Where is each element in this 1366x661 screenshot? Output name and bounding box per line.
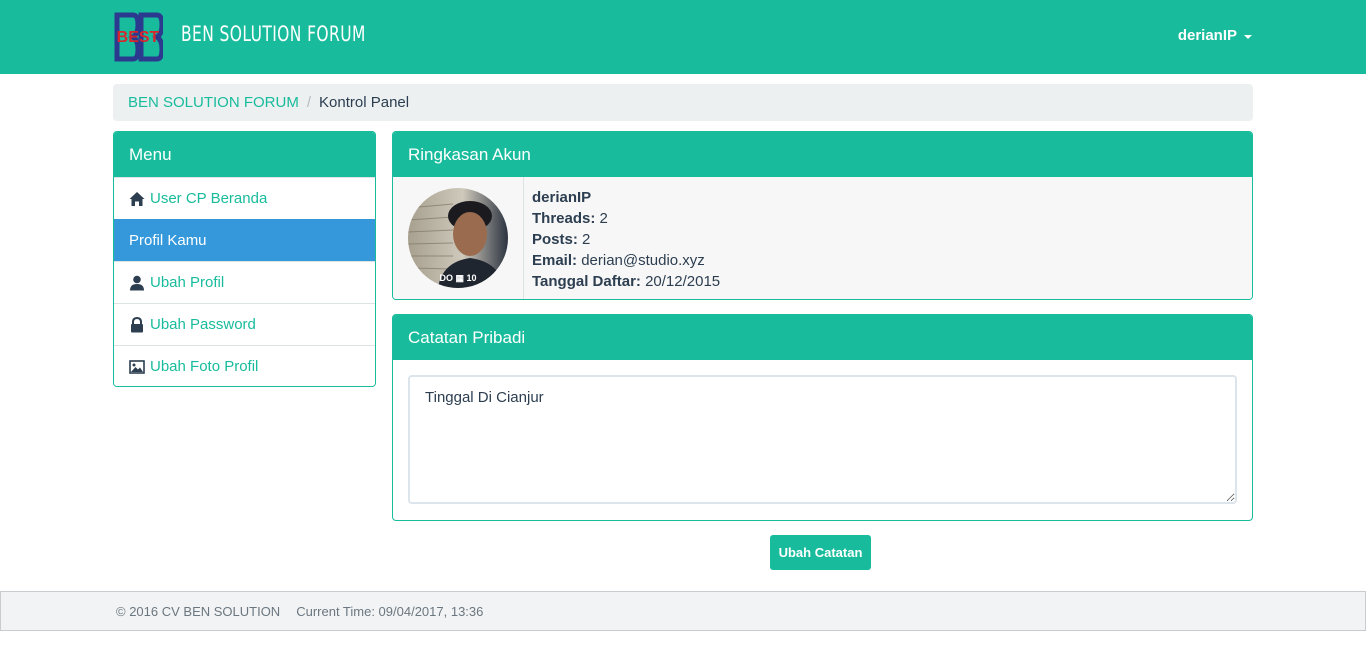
menu-item-ubah-profil[interactable]: Ubah Profil — [114, 261, 375, 303]
lock-icon — [129, 316, 145, 333]
menu-item-label: Profil Kamu — [129, 232, 207, 249]
user-icon — [129, 275, 145, 291]
menu-item-user-cp-beranda[interactable]: User CP Beranda — [114, 177, 375, 219]
email-label: Email: — [532, 252, 578, 269]
posts-label: Posts: — [532, 231, 578, 248]
menu-item-label: Ubah Password — [150, 316, 256, 333]
top-navbar: BEST BEN SOLUTION FORUM derianIP — [0, 0, 1366, 74]
joined-value: 20/12/2015 — [645, 273, 721, 290]
breadcrumb-home-link[interactable]: BEN SOLUTION FORUM — [128, 94, 299, 111]
brand-logo[interactable]: BEST — [113, 12, 165, 62]
personal-notes-panel: Catatan Pribadi Tinggal Di Cianjur — [392, 314, 1253, 521]
user-menu-label: derianIP — [1177, 27, 1237, 44]
menu-panel: Menu User CP Beranda Profil Kamu Ubah Pr… — [113, 131, 376, 387]
menu-item-label: User CP Beranda — [150, 190, 268, 207]
svg-text:BEST: BEST — [117, 29, 160, 46]
svg-text:DO ▦ 10: DO ▦ 10 — [439, 273, 476, 283]
avatar: DO ▦ 10 — [408, 188, 508, 288]
personal-notes-textarea[interactable]: Tinggal Di Cianjur — [408, 375, 1237, 504]
footer: © 2016 CV BEN SOLUTION Current Time: 09/… — [0, 591, 1366, 631]
menu-panel-title: Menu — [114, 132, 375, 177]
menu-item-ubah-password[interactable]: Ubah Password — [114, 303, 375, 345]
menu-item-ubah-foto-profil[interactable]: Ubah Foto Profil — [114, 345, 375, 386]
joined-label: Tanggal Daftar: — [532, 273, 641, 290]
picture-icon — [129, 359, 145, 375]
home-icon — [129, 191, 145, 207]
menu-item-label: Ubah Profil — [150, 274, 225, 291]
personal-notes-title: Catatan Pribadi — [393, 315, 1252, 360]
account-info: derianIP Threads: 2 Posts: 2 Email: deri… — [524, 177, 728, 299]
email-value: derian@studio.xyz — [581, 252, 705, 269]
menu-item-profil-kamu[interactable]: Profil Kamu — [114, 219, 375, 261]
caret-down-icon — [1244, 34, 1252, 39]
footer-current-time: Current Time: 09/04/2017, 13:36 — [296, 603, 484, 619]
threads-value: 2 — [599, 210, 608, 227]
account-summary-title: Ringkasan Akun — [393, 132, 1252, 177]
brand-title[interactable]: BEN SOLUTION FORUM — [181, 22, 366, 46]
breadcrumb-current: Kontrol Panel — [319, 94, 410, 111]
account-summary-panel: Ringkasan Akun DO ▦ 10 derianIP Threads:… — [392, 131, 1253, 300]
breadcrumb: BEN SOLUTION FORUM / Kontrol Panel — [113, 84, 1253, 121]
menu-item-label: Ubah Foto Profil — [150, 358, 259, 375]
save-notes-button[interactable]: Ubah Catatan — [770, 535, 871, 570]
footer-copyright: © 2016 CV BEN SOLUTION — [116, 603, 281, 619]
posts-value: 2 — [582, 231, 591, 248]
account-username: derianIP — [532, 189, 592, 206]
threads-label: Threads: — [532, 210, 596, 227]
user-menu-dropdown[interactable]: derianIP — [1178, 27, 1252, 44]
breadcrumb-separator: / — [306, 94, 312, 111]
